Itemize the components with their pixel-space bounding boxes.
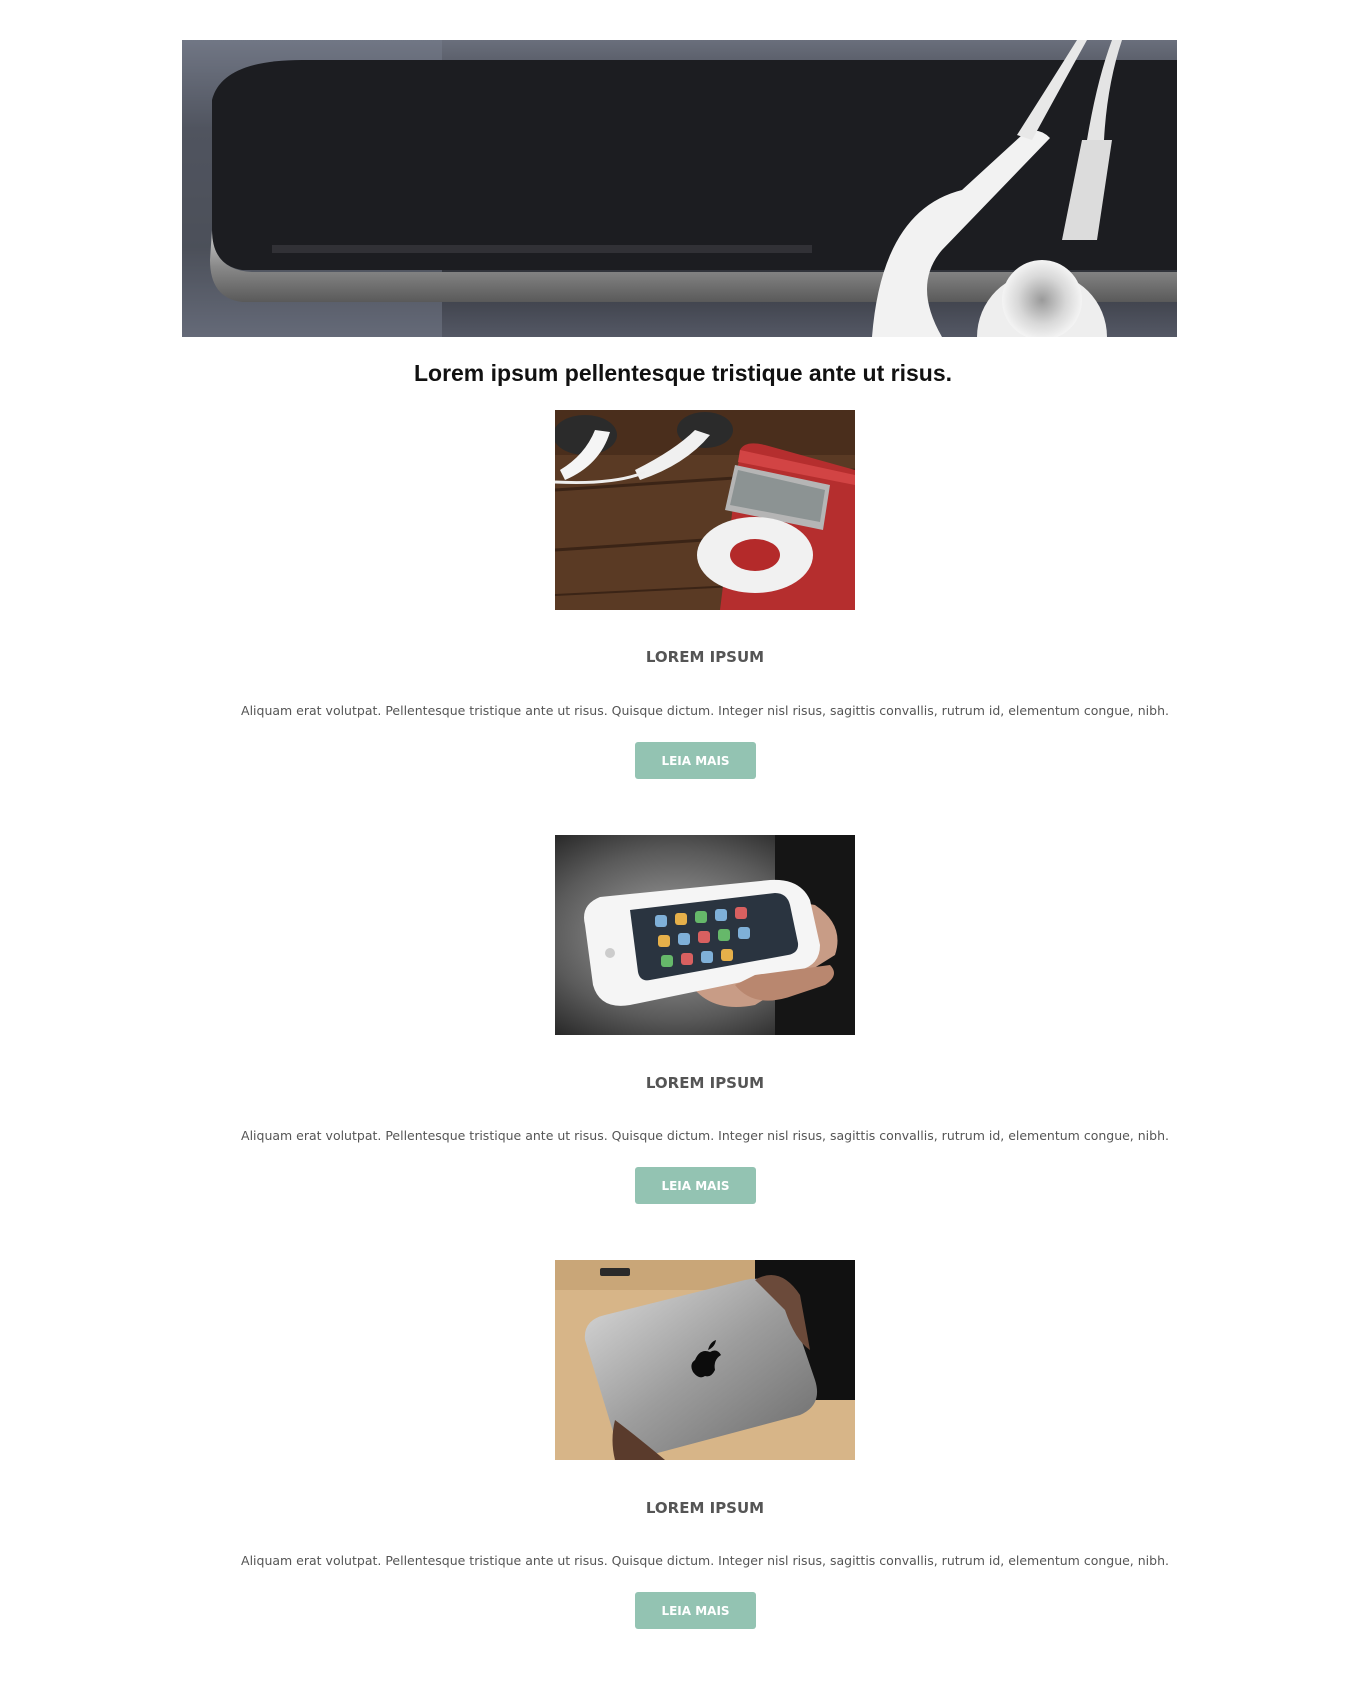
- smartphone-image: [555, 835, 855, 1035]
- music-player-image: [555, 410, 855, 610]
- hero-banner-image: [182, 40, 1177, 337]
- item-title: LOREM IPSUM: [645, 648, 765, 666]
- item-description: Aliquam erat volutpat. Pellentesque tris…: [241, 1553, 1169, 1568]
- item-title: LOREM IPSUM: [645, 1499, 765, 1517]
- read-more-button[interactable]: LEIA MAIS: [635, 1167, 756, 1204]
- tablet-image: [555, 1260, 855, 1460]
- page-headline: Lorem ipsum pellentesque tristique ante …: [413, 360, 953, 386]
- item-title: LOREM IPSUM: [645, 1074, 765, 1092]
- read-more-button[interactable]: LEIA MAIS: [635, 1592, 756, 1629]
- item-description: Aliquam erat volutpat. Pellentesque tris…: [241, 1128, 1169, 1143]
- item-description: Aliquam erat volutpat. Pellentesque tris…: [241, 703, 1169, 718]
- read-more-button[interactable]: LEIA MAIS: [635, 742, 756, 779]
